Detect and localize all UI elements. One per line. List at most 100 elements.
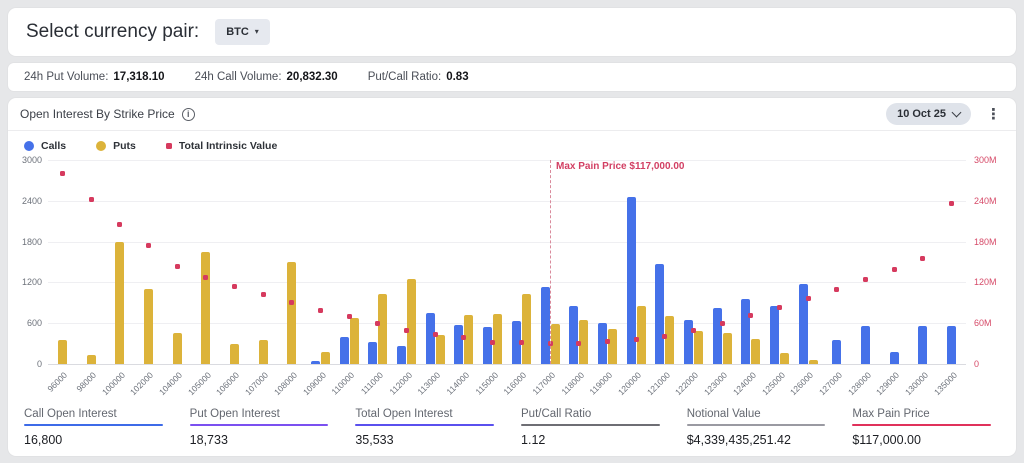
currency-dropdown[interactable]: BTC ▾ <box>215 19 270 45</box>
intrinsic-value-dot[interactable] <box>232 284 237 289</box>
put-bar[interactable] <box>201 252 210 364</box>
put-bar[interactable] <box>464 315 473 364</box>
put-bar[interactable] <box>230 344 239 364</box>
put-bar[interactable] <box>321 352 330 364</box>
summary-stat: Max Pain Price$117,000.00 <box>852 408 1000 447</box>
call-bar[interactable] <box>890 352 899 364</box>
intrinsic-value-dot[interactable] <box>576 341 581 346</box>
put-bar[interactable] <box>723 333 732 364</box>
put-bar[interactable] <box>665 316 674 364</box>
intrinsic-value-dot[interactable] <box>605 339 610 344</box>
call-bar[interactable] <box>340 337 349 364</box>
put-bar[interactable] <box>173 333 182 364</box>
call-bar[interactable] <box>918 326 927 364</box>
call-bar[interactable] <box>569 306 578 364</box>
put-bar[interactable] <box>780 353 789 364</box>
intrinsic-value-dot[interactable] <box>318 308 323 313</box>
intrinsic-value-dot[interactable] <box>662 334 667 339</box>
y-axis-tick-left: 1800 <box>14 237 42 247</box>
put-bar[interactable] <box>694 331 703 364</box>
intrinsic-value-dot[interactable] <box>289 300 294 305</box>
put-bar[interactable] <box>522 294 531 364</box>
intrinsic-value-dot[interactable] <box>863 277 868 282</box>
call-bar[interactable] <box>368 342 377 364</box>
legend-item-total-intrinsic-value[interactable]: Total Intrinsic Value <box>166 140 277 152</box>
intrinsic-value-dot[interactable] <box>117 222 122 227</box>
y-axis-tick-right: 300M <box>974 155 997 165</box>
gridline <box>48 242 966 243</box>
put-bar[interactable] <box>378 294 387 364</box>
intrinsic-value-dot[interactable] <box>261 292 266 297</box>
intrinsic-value-dot[interactable] <box>175 264 180 269</box>
put-bar[interactable] <box>144 289 153 364</box>
circle-marker-icon <box>96 141 106 151</box>
put-bar[interactable] <box>115 242 124 364</box>
call-bar[interactable] <box>426 313 435 364</box>
legend-label: Total Intrinsic Value <box>179 140 277 152</box>
intrinsic-value-dot[interactable] <box>89 197 94 202</box>
intrinsic-value-dot[interactable] <box>490 340 495 345</box>
y-axis-tick-right: 180M <box>974 237 997 247</box>
call-bar[interactable] <box>397 346 406 364</box>
call-bar[interactable] <box>861 326 870 364</box>
intrinsic-value-dot[interactable] <box>461 335 466 340</box>
call-bar[interactable] <box>832 340 841 364</box>
currency-selector-label: Select currency pair: <box>26 21 199 43</box>
intrinsic-value-dot[interactable] <box>691 328 696 333</box>
call-bar[interactable] <box>947 326 956 364</box>
volume-stat-label: 24h Call Volume: <box>195 71 282 83</box>
volume-stat: 24h Put Volume:17,318.10 <box>24 71 165 83</box>
call-bar[interactable] <box>655 264 664 364</box>
call-bar[interactable] <box>684 320 693 364</box>
call-bar[interactable] <box>713 308 722 364</box>
summary-stat-value: $117,000.00 <box>852 433 1000 447</box>
legend-item-puts[interactable]: Puts <box>96 140 136 152</box>
put-bar[interactable] <box>637 306 646 364</box>
put-bar[interactable] <box>87 355 96 364</box>
intrinsic-value-dot[interactable] <box>60 171 65 176</box>
intrinsic-value-dot[interactable] <box>720 321 725 326</box>
intrinsic-value-dot[interactable] <box>519 340 524 345</box>
kebab-menu-icon[interactable]: ⋮ <box>983 105 1004 123</box>
intrinsic-value-dot[interactable] <box>433 332 438 337</box>
y-axis-tick-left: 3000 <box>14 155 42 165</box>
intrinsic-value-dot[interactable] <box>748 313 753 318</box>
max-pain-label: Max Pain Price $117,000.00 <box>556 161 684 172</box>
intrinsic-value-dot[interactable] <box>347 314 352 319</box>
call-bar[interactable] <box>541 287 550 364</box>
intrinsic-value-dot[interactable] <box>806 296 811 301</box>
volume-stat-value: 17,318.10 <box>113 71 164 83</box>
summary-stat-value: 1.12 <box>521 433 669 447</box>
intrinsic-value-dot[interactable] <box>834 287 839 292</box>
call-bar[interactable] <box>741 299 750 364</box>
volume-stat-label: Put/Call Ratio: <box>368 71 442 83</box>
call-bar[interactable] <box>311 361 320 364</box>
put-bar[interactable] <box>751 339 760 364</box>
put-bar[interactable] <box>608 329 617 364</box>
call-bar[interactable] <box>770 306 779 364</box>
intrinsic-value-dot[interactable] <box>404 328 409 333</box>
legend-item-calls[interactable]: Calls <box>24 140 66 152</box>
put-bar[interactable] <box>436 335 445 364</box>
gridline <box>48 201 966 202</box>
put-bar[interactable] <box>350 318 359 364</box>
intrinsic-value-dot[interactable] <box>634 337 639 342</box>
info-icon[interactable]: i <box>182 108 195 121</box>
volume-stat: 24h Call Volume:20,832.30 <box>195 71 338 83</box>
intrinsic-value-dot[interactable] <box>949 201 954 206</box>
call-bar[interactable] <box>454 325 463 364</box>
put-bar[interactable] <box>58 340 67 364</box>
intrinsic-value-dot[interactable] <box>920 256 925 261</box>
date-selector[interactable]: 10 Oct 25 <box>886 103 971 125</box>
intrinsic-value-dot[interactable] <box>892 267 897 272</box>
put-bar[interactable] <box>809 360 818 364</box>
put-bar[interactable] <box>493 314 502 364</box>
call-bar[interactable] <box>483 327 492 364</box>
intrinsic-value-dot[interactable] <box>777 305 782 310</box>
put-bar[interactable] <box>259 340 268 364</box>
intrinsic-value-dot[interactable] <box>203 275 208 280</box>
summary-stat-underline <box>355 424 494 426</box>
put-bar[interactable] <box>407 279 416 364</box>
put-bar[interactable] <box>287 262 296 364</box>
intrinsic-value-dot[interactable] <box>146 243 151 248</box>
